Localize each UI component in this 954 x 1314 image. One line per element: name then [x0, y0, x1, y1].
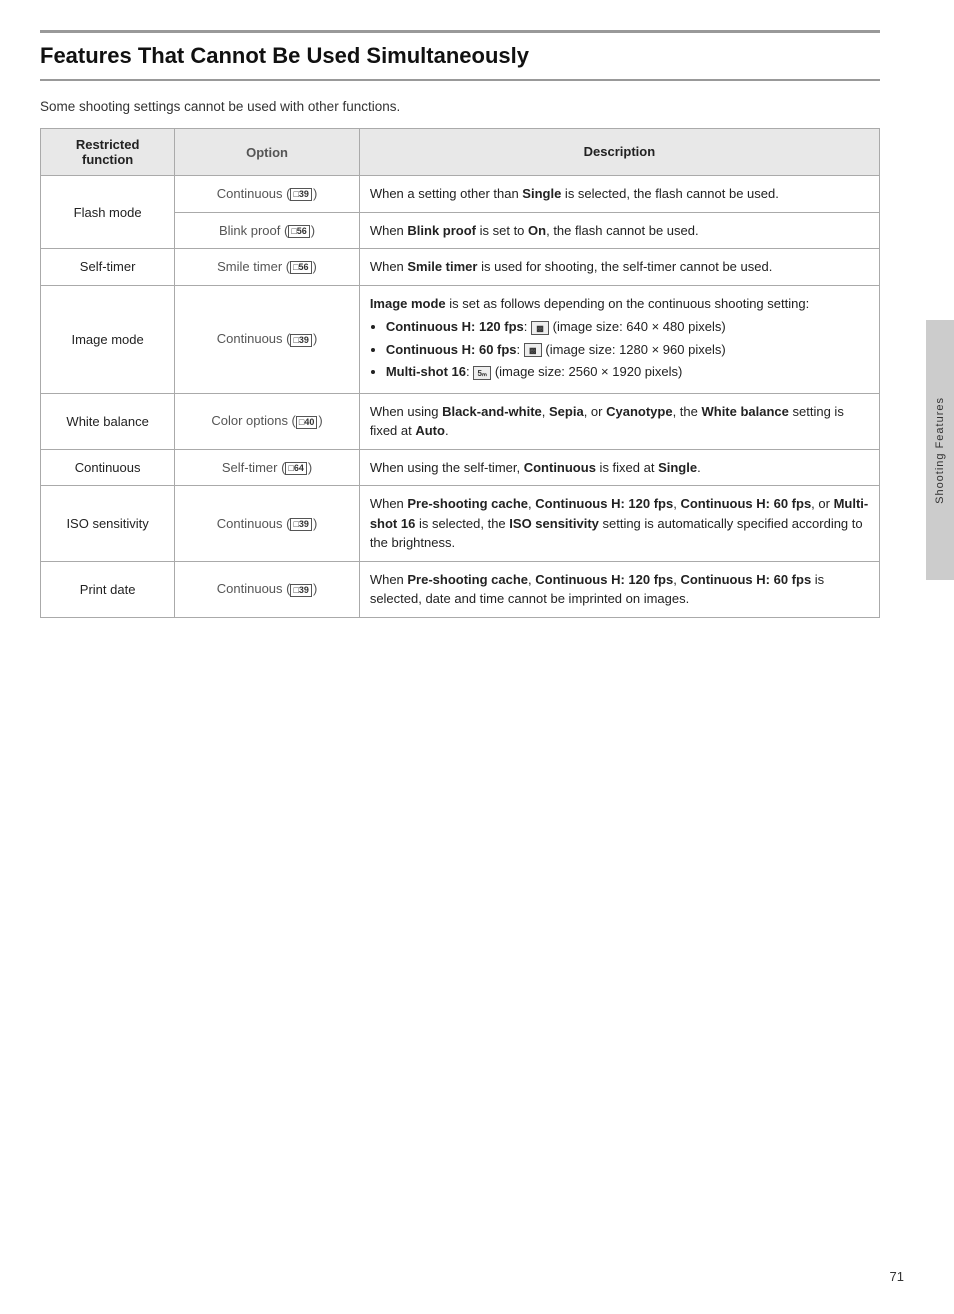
header-option: Option: [175, 129, 360, 176]
subtitle: Some shooting settings cannot be used wi…: [40, 99, 880, 114]
side-tab-label: Shooting Features: [934, 397, 946, 504]
option-color-options: Color options (□40): [175, 393, 360, 449]
table-row: Flash mode Continuous (□39) When a setti…: [41, 176, 880, 213]
table-row: Print date Continuous (□39) When Pre-sho…: [41, 561, 880, 617]
table-row: ISO sensitivity Continuous (□39) When Pr…: [41, 486, 880, 562]
page-title: Features That Cannot Be Used Simultaneou…: [40, 30, 880, 81]
option-continuous-39a: Continuous (□39): [175, 176, 360, 213]
desc-continuous: When using the self-timer, Continuous is…: [359, 449, 879, 486]
table-row: Self-timer Smile timer (□56) When Smile …: [41, 249, 880, 286]
restricted-print-date: Print date: [41, 561, 175, 617]
option-continuous-39d: Continuous (□39): [175, 561, 360, 617]
desc-flash-continuous: When a setting other than Single is sele…: [359, 176, 879, 213]
table-row: White balance Color options (□40) When u…: [41, 393, 880, 449]
desc-image-mode: Image mode is set as follows depending o…: [359, 285, 879, 393]
side-tab: Shooting Features: [926, 320, 954, 580]
option-continuous-39b: Continuous (□39): [175, 285, 360, 393]
header-restricted: Restricted function: [41, 129, 175, 176]
table-row: Image mode Continuous (□39) Image mode i…: [41, 285, 880, 393]
desc-iso: When Pre-shooting cache, Continuous H: 1…: [359, 486, 879, 562]
desc-white-balance: When using Black-and-white, Sepia, or Cy…: [359, 393, 879, 449]
desc-print-date: When Pre-shooting cache, Continuous H: 1…: [359, 561, 879, 617]
option-blink-proof: Blink proof (□56): [175, 212, 360, 249]
restricted-continuous: Continuous: [41, 449, 175, 486]
restricted-white-balance: White balance: [41, 393, 175, 449]
option-self-timer-64: Self-timer (□64): [175, 449, 360, 486]
option-smile-timer: Smile timer (□56): [175, 249, 360, 286]
restricted-flash-mode: Flash mode: [41, 176, 175, 249]
desc-blink-proof: When Blink proof is set to On, the flash…: [359, 212, 879, 249]
header-description: Description: [359, 129, 879, 176]
option-continuous-39c: Continuous (□39): [175, 486, 360, 562]
restricted-iso: ISO sensitivity: [41, 486, 175, 562]
restricted-image-mode: Image mode: [41, 285, 175, 393]
desc-smile-timer: When Smile timer is used for shooting, t…: [359, 249, 879, 286]
page-number: 71: [890, 1269, 904, 1284]
table-row: Continuous Self-timer (□64) When using t…: [41, 449, 880, 486]
restricted-self-timer: Self-timer: [41, 249, 175, 286]
features-table: Restricted function Option Description F…: [40, 128, 880, 618]
